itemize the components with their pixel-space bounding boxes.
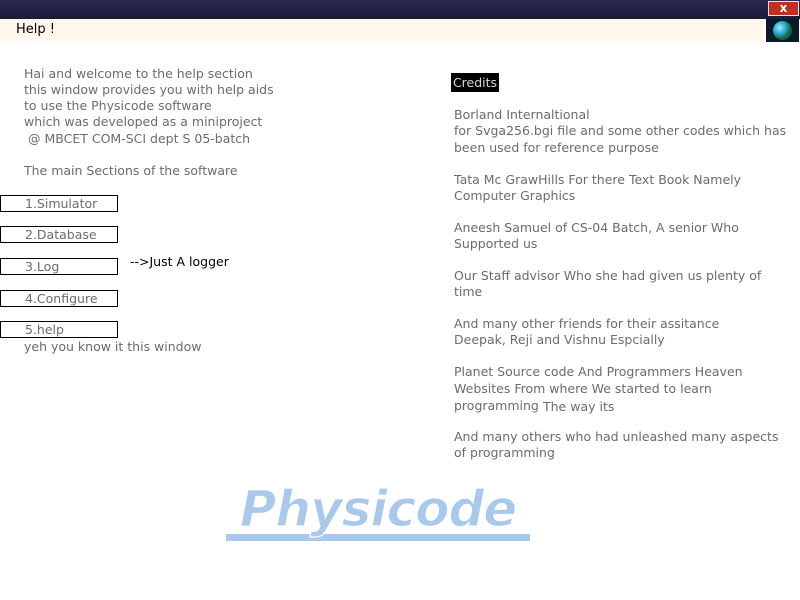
log-note: -->Just A logger: [130, 254, 229, 269]
credit-line: Our Staff advisor Who she had given us p…: [454, 268, 762, 283]
sections-heading: The main Sections of the software: [24, 163, 238, 178]
intro-line: to use the Physicode software: [24, 98, 212, 113]
credit-line: Tata Mc GrawHills For there Text Book Na…: [454, 172, 742, 187]
window-top-bar: [0, 0, 800, 19]
credit-line: of programming: [454, 445, 555, 460]
credit-line: Computer Graphics: [454, 188, 576, 203]
intro-line: @ MBCET COM-SCI dept S 05-batch: [28, 131, 251, 146]
simulator-button[interactable]: 1.Simulator: [0, 195, 118, 212]
credit-line: programming: [454, 398, 539, 413]
credits-button[interactable]: Credits: [451, 73, 499, 92]
help-note: yeh you know it this window: [24, 339, 202, 354]
title-bar: [0, 19, 764, 41]
credit-line: And many other friends for their assitan…: [454, 316, 720, 331]
database-button[interactable]: 2.Database: [0, 226, 118, 243]
log-button[interactable]: 3.Log: [0, 258, 118, 275]
credit-line: And many others who had unleashed many a…: [454, 429, 779, 444]
credit-line: time: [454, 284, 483, 299]
credit-line: The way its: [543, 399, 615, 414]
credit-line: Deepak, Reji and Vishnu Espcially: [454, 332, 665, 347]
credit-line: for Svga256.bgi file and some other code…: [454, 123, 787, 138]
credit-line: Supported us: [454, 236, 538, 251]
credit-line: Borland Internaltional: [454, 107, 590, 122]
credit-line: been used for reference purpose: [454, 140, 659, 155]
intro-line: Hai and welcome to the help section: [24, 66, 253, 81]
credit-line: Websites From where We started to learn: [454, 381, 712, 396]
credit-line: Planet Source code And Programmers Heave…: [454, 364, 743, 379]
logo-text: Physicode: [240, 480, 516, 538]
intro-line: this window provides you with help aids: [24, 82, 274, 97]
window-title: Help !: [16, 22, 55, 37]
close-button[interactable]: x: [768, 1, 799, 16]
help-button[interactable]: 5.help: [0, 321, 118, 338]
globe-icon: [773, 21, 792, 40]
credit-line: Aneesh Samuel of CS-04 Batch, A senior W…: [454, 220, 739, 235]
intro-line: which was developed as a miniproject: [24, 114, 263, 129]
physicode-logo: Physicode: [226, 479, 530, 541]
globe-button[interactable]: [766, 19, 799, 42]
configure-button[interactable]: 4.Configure: [0, 290, 118, 307]
